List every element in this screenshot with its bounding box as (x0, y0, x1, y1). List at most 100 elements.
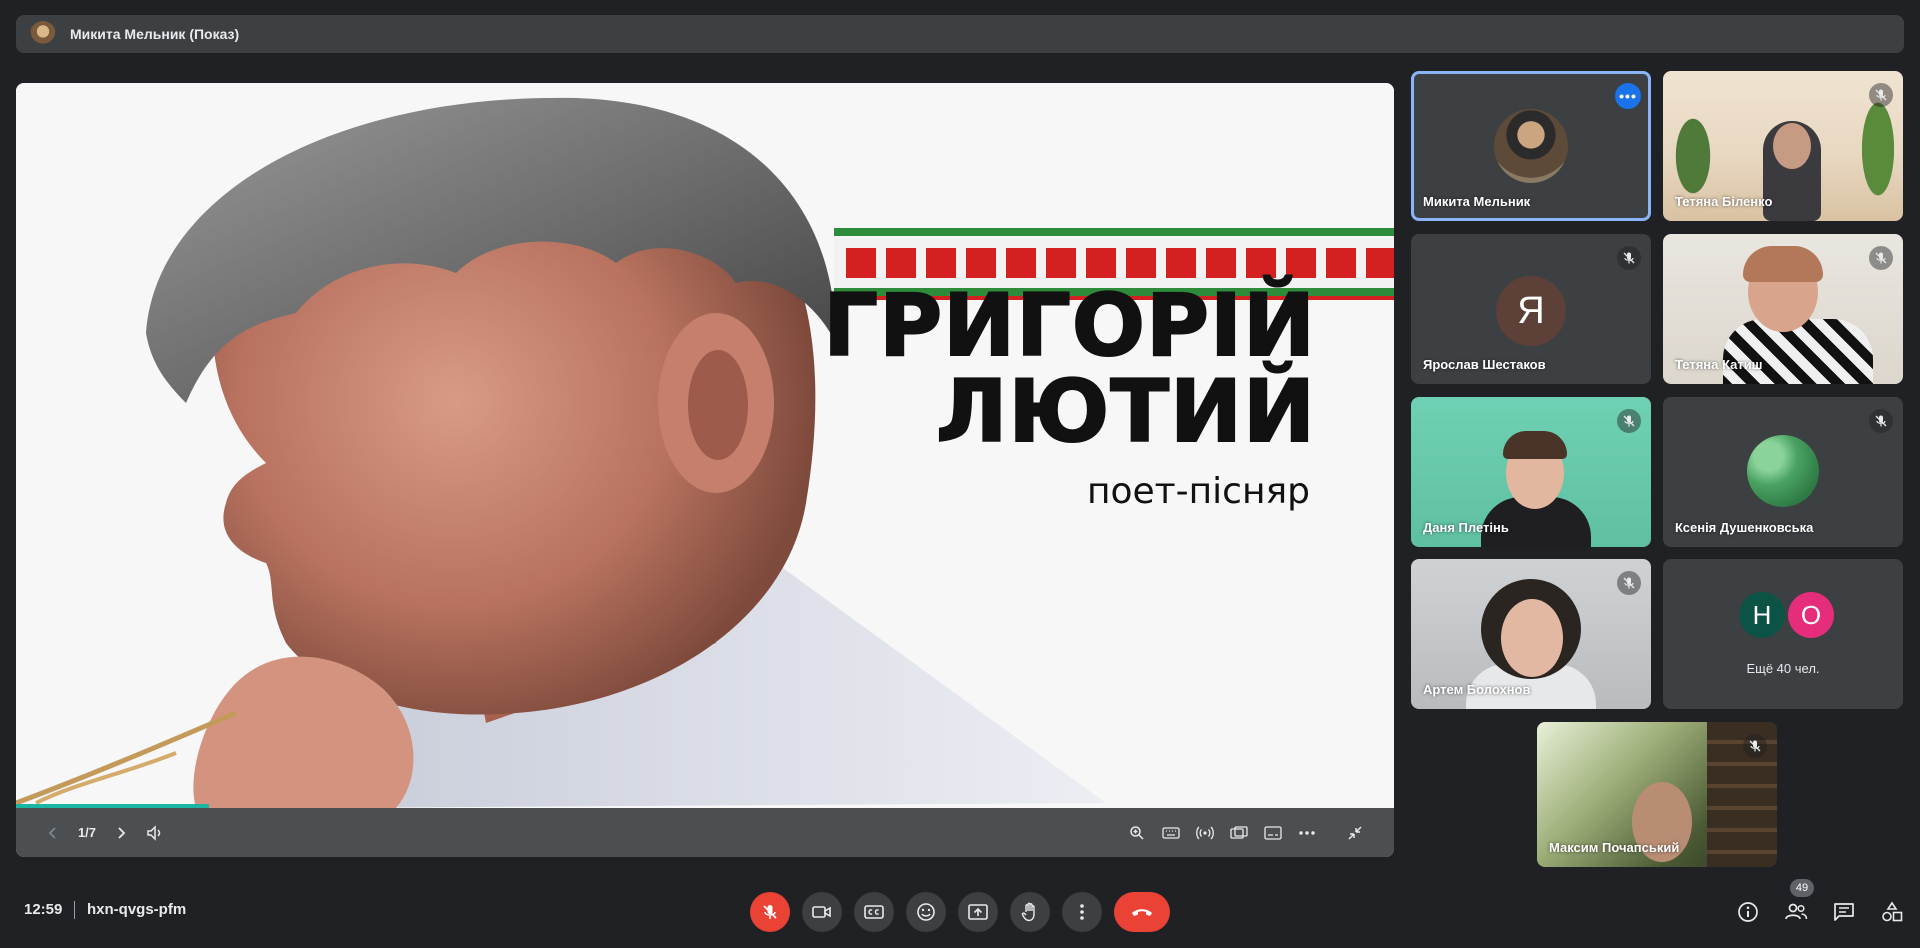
side-controls: 49 (1728, 879, 1920, 932)
meeting-details-button[interactable] (1728, 892, 1768, 932)
muted-indicator (1617, 571, 1641, 595)
slide-subtitle: поет-пісняр (1086, 471, 1310, 512)
chevron-right-icon (118, 826, 126, 839)
divider (74, 901, 75, 919)
exit-fullscreen-button[interactable] (1338, 816, 1372, 850)
meeting-code: hxn-qvgs-pfm (87, 901, 187, 918)
video-person (1723, 319, 1873, 384)
prev-slide-button[interactable] (36, 816, 70, 850)
chat-icon (1834, 903, 1854, 921)
present-to-all-icon (968, 904, 988, 920)
participant-name: Максим Почапський (1549, 840, 1680, 855)
participant-tile[interactable]: Максим Почапський (1537, 722, 1777, 867)
next-slide-button[interactable] (104, 816, 138, 850)
emoji-icon (917, 903, 935, 921)
muted-indicator (1869, 246, 1893, 270)
slide-title: ГРИГОРІЙ ЛЮТИЙ (822, 276, 1316, 462)
reactions-button[interactable] (906, 892, 946, 932)
participants-button[interactable]: 49 (1776, 879, 1816, 932)
hand-icon (1021, 902, 1035, 922)
mic-off-icon (1875, 415, 1887, 427)
captions-button[interactable] (854, 892, 894, 932)
participant-tile[interactable]: Тетяна Катиш (1663, 234, 1903, 384)
avatar: О (1788, 592, 1834, 638)
videocam-icon (812, 906, 831, 918)
zoom-in-icon (1130, 825, 1144, 840)
more-avatars: Н О (1739, 592, 1837, 638)
raise-hand-button[interactable] (1010, 892, 1050, 932)
microphone-toggle-button[interactable] (750, 892, 790, 932)
mic-off-icon (1623, 415, 1635, 427)
chevron-left-icon (48, 826, 56, 839)
participant-name: Даня Плетінь (1423, 520, 1509, 535)
participant-name: Ксенія Душенковська (1675, 520, 1814, 535)
participant-tile[interactable]: Даня Плетінь (1411, 397, 1651, 547)
chat-button[interactable] (1824, 892, 1864, 932)
participant-tile[interactable]: Я Ярослав Шестаков (1411, 234, 1651, 384)
muted-indicator (1743, 734, 1767, 758)
subtitles-icon (1264, 825, 1282, 840)
participant-name: Ярослав Шестаков (1423, 357, 1546, 372)
participant-name: Тетяна Біленко (1675, 194, 1773, 209)
mic-off-icon (763, 905, 777, 919)
presenter-bar: Микита Мельник (Показ) (16, 15, 1904, 53)
muted-indicator (1617, 409, 1641, 433)
muted-indicator (1617, 246, 1641, 270)
avatar: Н (1739, 592, 1785, 638)
captions-slide-button[interactable] (1256, 816, 1290, 850)
more-vertical-icon (1080, 904, 1084, 920)
camera-toggle-button[interactable] (802, 892, 842, 932)
tile-options-button[interactable]: ••• (1615, 83, 1641, 109)
slide-title-line2: ЛЮТИЙ (935, 362, 1316, 462)
collapse-icon (1348, 825, 1362, 840)
mic-off-icon (1875, 89, 1887, 101)
mic-off-icon (1875, 252, 1887, 264)
volume-button[interactable] (138, 816, 172, 850)
keyboard-icon (1162, 826, 1180, 839)
participant-tile[interactable]: Артем Болохнов (1411, 559, 1651, 709)
closed-caption-icon (864, 905, 884, 919)
participants-count-badge: 49 (1790, 879, 1814, 897)
participant-name: Артем Болохнов (1423, 682, 1531, 697)
mic-off-icon (1749, 740, 1761, 752)
muted-indicator (1869, 83, 1893, 107)
avatar (1494, 109, 1568, 183)
broadcast-button[interactable] (1188, 816, 1222, 850)
shapes-icon (1882, 901, 1903, 922)
speaker-icon (147, 824, 161, 841)
leave-call-button[interactable] (1114, 892, 1170, 932)
more-participants-text: Ещё 40 чел. (1746, 661, 1820, 676)
mic-off-icon (1623, 252, 1635, 264)
call-controls (750, 892, 1182, 932)
zoom-button[interactable] (1120, 816, 1154, 850)
pip-button[interactable] (1222, 816, 1256, 850)
slide-canvas: ГРИГОРІЙ ЛЮТИЙ поет-пісняр (16, 83, 1394, 808)
participant-tile[interactable]: Ксенія Душенковська (1663, 397, 1903, 547)
participant-tile[interactable]: Тетяна Біленко (1663, 71, 1903, 221)
keyboard-button[interactable] (1154, 816, 1188, 850)
participant-name: Тетяна Катиш (1675, 357, 1763, 372)
activities-button[interactable] (1872, 892, 1912, 932)
avatar (1747, 435, 1819, 507)
presentation-stage: ГРИГОРІЙ ЛЮТИЙ поет-пісняр 1/7 (16, 83, 1394, 857)
present-screen-button[interactable] (958, 892, 998, 932)
participant-tile[interactable]: ••• Микита Мельник (1411, 71, 1651, 221)
meeting-time: 12:59 (24, 901, 63, 918)
slide-more-button[interactable] (1290, 816, 1324, 850)
info-icon (1738, 902, 1758, 922)
more-participants-tile[interactable]: Н О Ещё 40 чел. (1663, 559, 1903, 709)
more-horizontal-icon (1299, 830, 1315, 835)
presenter-avatar (30, 21, 56, 47)
call-end-icon (1132, 909, 1152, 916)
presenter-title: Микита Мельник (Показ) (70, 26, 240, 42)
mic-off-icon (1623, 577, 1635, 589)
people-icon (1785, 903, 1808, 920)
muted-indicator (1869, 409, 1893, 433)
broadcast-icon (1196, 826, 1214, 839)
participant-name: Микита Мельник (1423, 194, 1531, 209)
slide-controls: 1/7 (16, 808, 1394, 857)
picture-in-picture-icon (1230, 825, 1248, 839)
more-options-button[interactable] (1062, 892, 1102, 932)
slide-title-line1: ГРИГОРІЙ (822, 276, 1316, 376)
avatar: Я (1496, 276, 1566, 346)
